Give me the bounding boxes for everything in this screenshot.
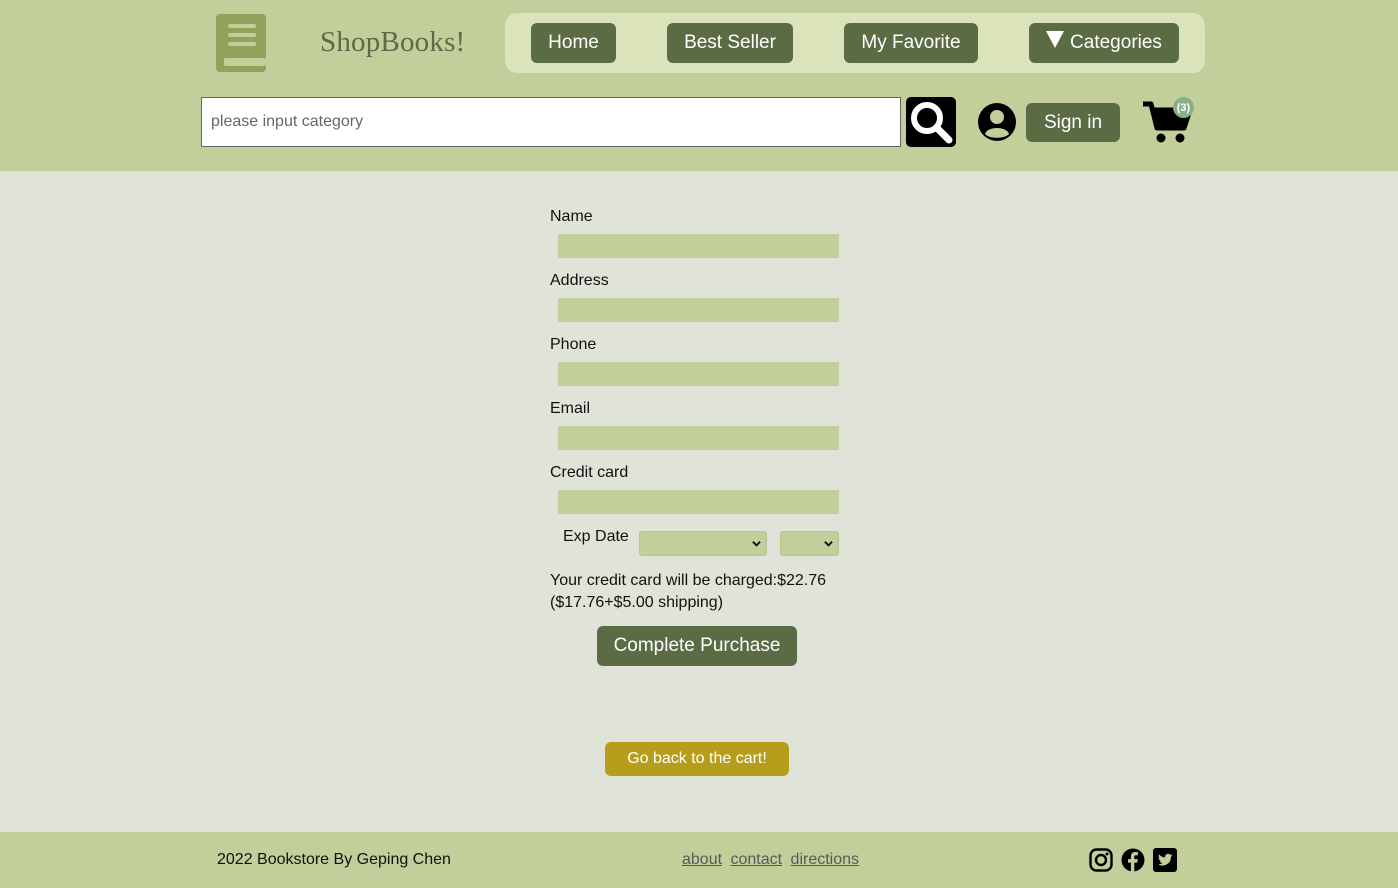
exp-date-label: Exp Date [563,528,629,545]
footer-link-directions[interactable]: directions [791,851,859,868]
address-field[interactable] [558,298,839,322]
brand-name[interactable]: ShopBooks! [320,26,465,59]
charge-breakdown-text: ($17.76+$5.00 shipping) [550,594,724,611]
search-input[interactable] [201,97,901,147]
back-to-cart-button[interactable]: Go back to the cart! [605,742,789,776]
chevron-down-icon [752,541,761,547]
sign-in-button[interactable]: Sign in [1026,103,1120,142]
footer-link-contact[interactable]: contact [731,851,783,868]
nav-categories-label: Categories [1070,32,1162,53]
user-circle-icon[interactable] [978,103,1016,141]
search-button[interactable] [906,97,956,147]
email-field[interactable] [558,426,839,450]
address-label: Address [550,272,609,289]
phone-label: Phone [550,336,597,353]
credit-card-field[interactable] [558,490,839,514]
facebook-icon[interactable] [1121,848,1145,872]
footer-links: about contact directions [682,851,863,869]
name-label: Name [550,208,593,225]
book-icon[interactable] [216,14,266,72]
email-label: Email [550,400,591,417]
charge-total-text: Your credit card will be charged:$22.76 [550,572,827,589]
phone-field[interactable] [558,362,839,386]
site-header: ShopBooks! Home Best Seller My Favorite … [0,0,1398,171]
footer-link-about[interactable]: about [682,851,722,868]
nav-home-button[interactable]: Home [531,23,616,63]
exp-year-select[interactable] [780,531,839,556]
twitter-icon[interactable] [1153,848,1177,872]
chevron-down-icon [824,541,833,547]
nav-best-seller-button[interactable]: Best Seller [667,23,793,63]
instagram-icon[interactable] [1089,848,1113,872]
nav-categories-dropdown[interactable]: Categories [1029,23,1179,63]
site-footer: 2022 Bookstore By Geping Chen about cont… [0,832,1398,888]
exp-month-select[interactable] [639,531,767,556]
cart-count-badge: (3) [1173,97,1194,118]
caret-down-icon [1046,30,1065,48]
name-field[interactable] [558,234,839,258]
credit-card-label: Credit card [550,464,629,481]
copyright-text: 2022 Bookstore By Geping Chen [217,851,451,868]
charge-summary: Your credit card will be charged:$22.76 … [550,570,870,614]
nav-my-favorite-button[interactable]: My Favorite [844,23,978,63]
search-icon [911,102,953,144]
main-nav: Home Best Seller My Favorite Categories [505,13,1205,73]
complete-purchase-button[interactable]: Complete Purchase [597,626,797,666]
